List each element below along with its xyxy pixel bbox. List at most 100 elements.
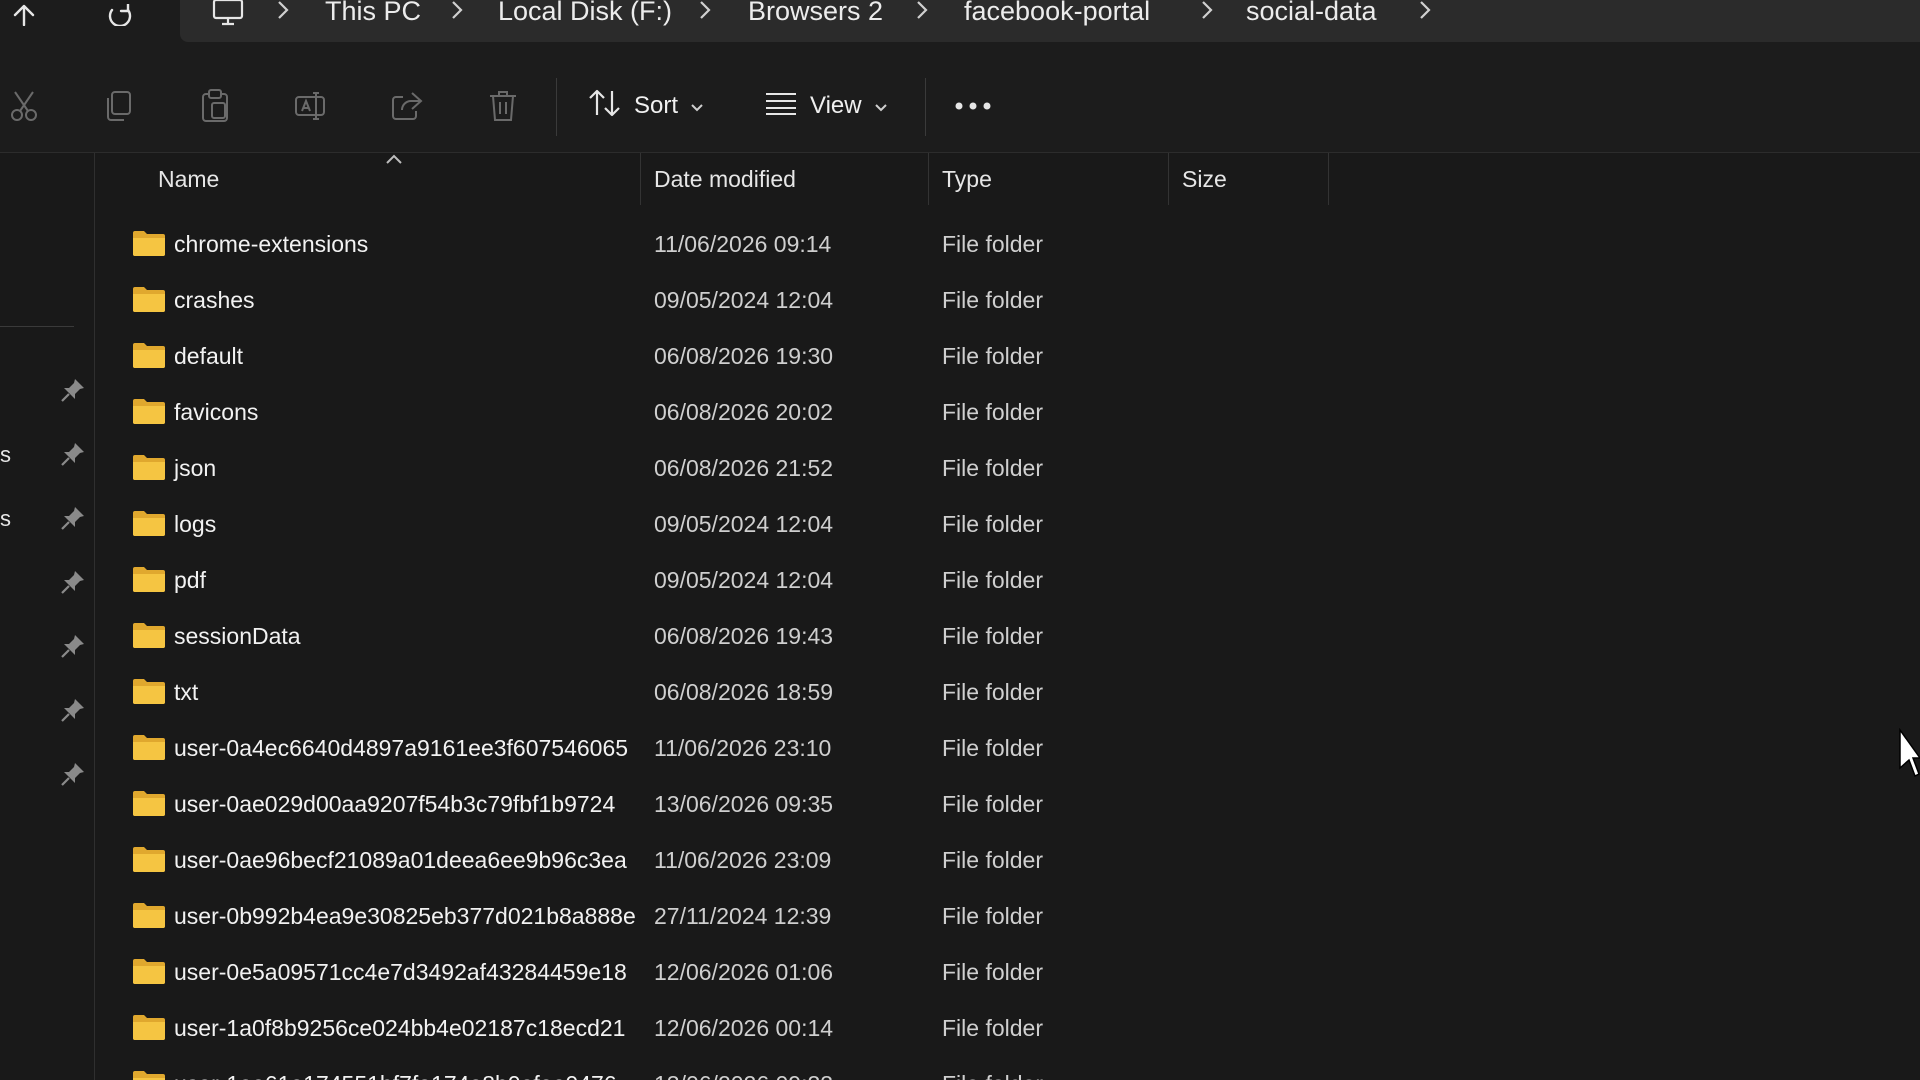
file-name: txt xyxy=(174,679,199,705)
pin-icon[interactable] xyxy=(60,377,86,403)
file-row[interactable]: user-1a0f8b9256ce024bb4e02187c18ecd21 12/… xyxy=(96,1000,1336,1056)
share-icon[interactable] xyxy=(385,84,429,128)
file-date-modified: 11/06/2026 23:09 xyxy=(654,847,832,873)
file-date-modified: 09/05/2024 12:04 xyxy=(654,287,834,313)
cut-icon[interactable] xyxy=(2,84,46,128)
chevron-right-icon xyxy=(915,0,929,26)
file-type: File folder xyxy=(942,735,1043,761)
sort-ascending-icon xyxy=(384,153,404,167)
file-type: File folder xyxy=(942,231,1043,257)
file-date-modified: 27/11/2024 12:39 xyxy=(654,903,832,929)
file-type: File folder xyxy=(942,847,1043,873)
file-row[interactable]: crashes 09/05/2024 12:04 File folder xyxy=(96,272,1336,328)
file-type: File folder xyxy=(942,511,1043,537)
column-divider[interactable] xyxy=(1168,153,1169,205)
breadcrumb-item-facebook-portal[interactable]: facebook-portal xyxy=(964,0,1150,26)
file-row[interactable]: favicons 06/08/2026 20:02 File folder xyxy=(96,384,1336,440)
chevron-right-icon xyxy=(450,0,464,26)
file-date-modified: 06/08/2026 21:52 xyxy=(654,455,834,481)
pin-icon[interactable] xyxy=(60,441,86,467)
file-type: File folder xyxy=(942,959,1043,985)
view-label: View xyxy=(810,92,862,119)
nav-divider xyxy=(0,326,74,327)
navigation-pane[interactable]: s s xyxy=(0,153,95,1080)
file-row[interactable]: user-0ae029d00aa9207f54b3c79fbf1b9724 13/… xyxy=(96,776,1336,832)
column-header-size[interactable]: Size xyxy=(1182,153,1227,205)
column-divider[interactable] xyxy=(1328,153,1329,205)
column-header-date-modified[interactable]: Date modified xyxy=(654,153,796,205)
file-name: crashes xyxy=(174,287,255,313)
file-date-modified: 11/06/2026 09:14 xyxy=(654,231,832,257)
refresh-icon[interactable] xyxy=(96,0,144,30)
folder-icon xyxy=(132,229,166,257)
view-button[interactable]: View xyxy=(764,84,888,128)
up-arrow-icon[interactable] xyxy=(0,0,48,30)
breadcrumb-item-social-data[interactable]: social-data xyxy=(1246,0,1377,26)
paste-icon[interactable] xyxy=(193,84,237,128)
file-date-modified: 13/06/2026 09:35 xyxy=(654,791,834,817)
folder-icon xyxy=(132,453,166,481)
file-row[interactable]: logs 09/05/2024 12:04 File folder xyxy=(96,496,1336,552)
copy-icon[interactable] xyxy=(97,84,141,128)
file-type: File folder xyxy=(942,399,1043,425)
file-row[interactable]: json 06/08/2026 21:52 File folder xyxy=(96,440,1336,496)
pin-icon[interactable] xyxy=(60,761,86,787)
file-name: chrome-extensions xyxy=(174,231,369,257)
chevron-down-icon xyxy=(690,92,704,120)
file-row[interactable]: default 06/08/2026 19:30 File folder xyxy=(96,328,1336,384)
breadcrumb-item-this-pc[interactable]: This PC xyxy=(325,0,421,26)
breadcrumb-item-local-disk[interactable]: Local Disk (F:) xyxy=(498,0,672,26)
file-row[interactable]: user-0a4ec6640d4897a9161ee3f607546065 11/… xyxy=(96,720,1336,776)
toolbar-divider xyxy=(925,78,926,136)
file-row[interactable]: user-1ae61e174551bf7fe174e8b0afee0476 13/… xyxy=(96,1056,1336,1080)
column-header-name[interactable]: Name xyxy=(158,153,219,205)
folder-icon xyxy=(132,565,166,593)
chevron-right-icon[interactable] xyxy=(1418,0,1432,26)
file-type: File folder xyxy=(942,791,1043,817)
file-row[interactable]: user-0b992b4ea9e30825eb377d021b8a888e 27/… xyxy=(96,888,1336,944)
file-row[interactable]: txt 06/08/2026 18:59 File folder xyxy=(96,664,1336,720)
pin-icon[interactable] xyxy=(60,505,86,531)
file-name: user-0b992b4ea9e30825eb377d021b8a888e xyxy=(174,903,636,929)
file-name: user-0ae96becf21089a01deea6ee9b96c3ea xyxy=(174,847,627,873)
pin-icon[interactable] xyxy=(60,697,86,723)
file-row[interactable]: user-0ae96becf21089a01deea6ee9b96c3ea 11/… xyxy=(96,832,1336,888)
file-date-modified: 06/08/2026 18:59 xyxy=(654,679,834,705)
nav-item-label[interactable]: s xyxy=(0,506,11,532)
file-row[interactable]: user-0e5a09571cc4e7d3492af43284459e18 12/… xyxy=(96,944,1336,1000)
column-divider[interactable] xyxy=(928,153,929,205)
file-row[interactable]: chrome-extensions 11/06/2026 09:14 File fo… xyxy=(96,216,1336,272)
file-type: File folder xyxy=(942,567,1043,593)
folder-icon xyxy=(132,621,166,649)
nav-item-label[interactable]: s xyxy=(0,442,11,468)
sort-button[interactable]: Sort xyxy=(588,84,704,128)
file-date-modified: 12/06/2026 00:14 xyxy=(654,1015,834,1041)
file-name: user-1a0f8b9256ce024bb4e02187c18ecd21 xyxy=(174,1015,626,1041)
breadcrumb-item-browsers-2[interactable]: Browsers 2 xyxy=(748,0,883,26)
file-type: File folder xyxy=(942,287,1043,313)
folder-icon xyxy=(132,957,166,985)
file-name: user-0e5a09571cc4e7d3492af43284459e18 xyxy=(174,959,627,985)
file-explorer-window: This PC Local Disk (F:) Browsers 2 faceb… xyxy=(0,0,1920,1080)
file-row[interactable]: sessionData 06/08/2026 19:43 File folder xyxy=(96,608,1336,664)
folder-icon xyxy=(132,1069,166,1080)
file-type: File folder xyxy=(942,455,1043,481)
file-list[interactable]: Name Date modified Type Size chrome-exte… xyxy=(96,153,1920,1080)
pin-icon[interactable] xyxy=(60,633,86,659)
file-row[interactable]: pdf 09/05/2024 12:04 File folder xyxy=(96,552,1336,608)
file-type: File folder xyxy=(942,903,1043,929)
pin-icon[interactable] xyxy=(60,569,86,595)
chevron-right-icon xyxy=(698,0,712,26)
file-name: user-0ae029d00aa9207f54b3c79fbf1b9724 xyxy=(174,791,616,817)
file-name: user-1ae61e174551bf7fe174e8b0afee0476 xyxy=(174,1056,617,1080)
more-options-icon[interactable] xyxy=(951,84,995,128)
file-type: File folder xyxy=(942,623,1043,649)
column-divider[interactable] xyxy=(640,153,641,205)
delete-icon[interactable] xyxy=(481,84,525,128)
column-header-type[interactable]: Type xyxy=(942,153,992,205)
folder-icon xyxy=(132,509,166,537)
breadcrumb[interactable]: This PC Local Disk (F:) Browsers 2 faceb… xyxy=(180,0,1920,42)
file-type: File folder xyxy=(942,1015,1043,1041)
rename-icon[interactable] xyxy=(289,84,333,128)
folder-icon xyxy=(132,789,166,817)
